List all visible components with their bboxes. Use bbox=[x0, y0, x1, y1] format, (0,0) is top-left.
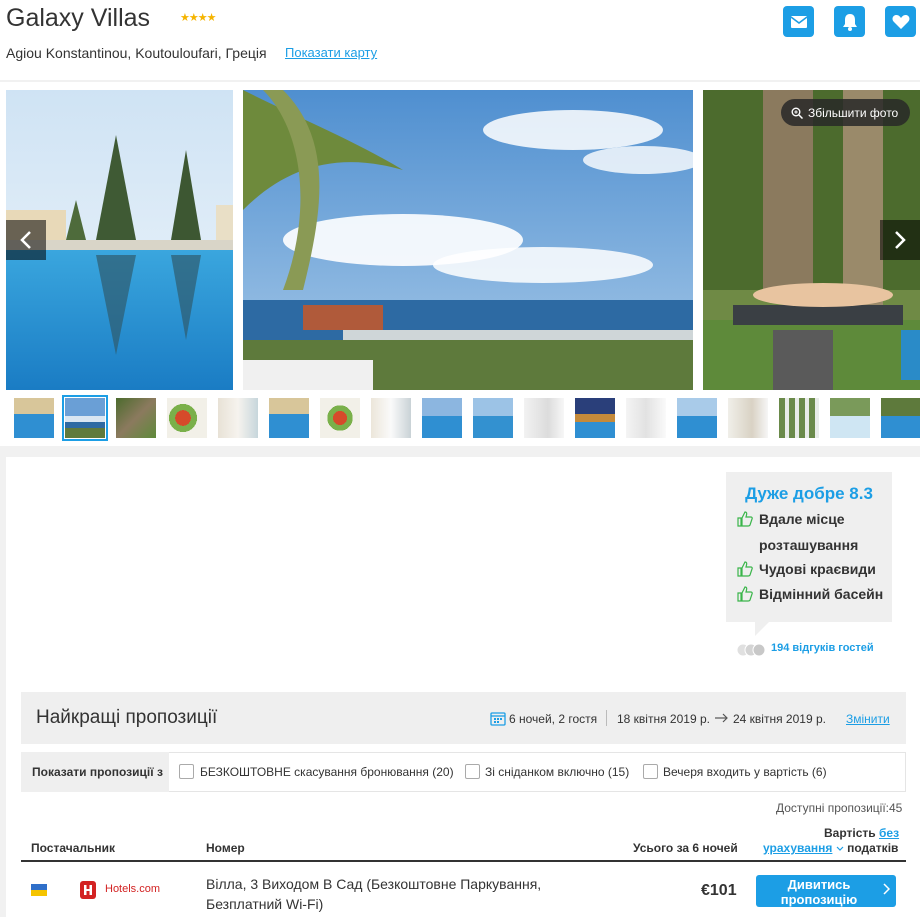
bell-icon bbox=[842, 13, 857, 31]
thumbnail[interactable] bbox=[167, 398, 207, 438]
thumbnail[interactable] bbox=[320, 398, 360, 438]
chevron-right-icon bbox=[883, 883, 890, 895]
users-icon bbox=[736, 643, 766, 657]
ukraine-flag-icon bbox=[31, 884, 47, 896]
hotel-name: Galaxy Villas bbox=[6, 4, 151, 32]
cost-suffix: податків bbox=[847, 841, 899, 855]
mail-icon bbox=[790, 15, 807, 28]
divider bbox=[606, 710, 607, 726]
hotel-header: Galaxy Villas ★★★★ Agiou Konstantinou, K… bbox=[0, 0, 920, 80]
zoom-icon bbox=[791, 107, 803, 119]
filter-free-cancellation-checkbox[interactable] bbox=[179, 764, 194, 779]
thumbs-up-icon bbox=[737, 586, 753, 602]
cost-prefix: Вартість bbox=[824, 826, 876, 840]
thumbnail[interactable] bbox=[626, 398, 666, 438]
gallery-photo-sea-view[interactable] bbox=[243, 90, 693, 390]
thumbnail[interactable] bbox=[677, 398, 717, 438]
rating-pro-text: Відмінний басейн bbox=[759, 586, 884, 602]
column-header-total: Усього за 6 ночей bbox=[633, 841, 738, 855]
thumbnail[interactable] bbox=[14, 398, 54, 438]
chevron-left-icon bbox=[20, 231, 31, 249]
heart-icon bbox=[892, 14, 909, 29]
column-header-cost-line2: урахування податків bbox=[763, 841, 898, 855]
checkout-date: 24 квітня 2019 р. bbox=[733, 712, 826, 726]
zoom-photo-button[interactable]: Збільшити фото bbox=[781, 99, 910, 126]
table-header-divider bbox=[21, 860, 906, 862]
view-offer-label: Дивитись пропозицію bbox=[780, 877, 858, 907]
offers-title: Найкращі пропозиції bbox=[36, 707, 218, 728]
offer-price: €101 bbox=[701, 882, 737, 899]
thumbnail[interactable] bbox=[422, 398, 462, 438]
rating-score: Дуже добре 8.3 bbox=[745, 484, 873, 503]
gallery-prev-button[interactable] bbox=[6, 220, 46, 260]
column-header-cost: Вартість без bbox=[824, 826, 899, 840]
filter-dinner-checkbox[interactable] bbox=[643, 764, 658, 779]
thumbnail[interactable] bbox=[371, 398, 411, 438]
rating-pro-text: Вдале місце bbox=[759, 511, 845, 527]
thumbs-up-icon bbox=[737, 561, 753, 577]
view-offer-button[interactable]: Дивитись пропозицію bbox=[756, 875, 896, 907]
checkin-date: 18 квітня 2019 р. bbox=[617, 712, 710, 726]
reviewer-avatars bbox=[736, 640, 770, 660]
thumbnail[interactable] bbox=[269, 398, 309, 438]
zoom-photo-label: Збільшити фото bbox=[808, 105, 899, 120]
column-header-provider: Постачальник bbox=[31, 841, 115, 855]
thumbnail[interactable] bbox=[218, 398, 258, 438]
thumbnail-selected[interactable] bbox=[62, 395, 108, 441]
thumbnail[interactable] bbox=[728, 398, 768, 438]
filter-breakfast-label[interactable]: Зі сніданком включно (15) bbox=[485, 765, 629, 779]
thumbnail[interactable] bbox=[575, 398, 615, 438]
tax-toggle-link-cont[interactable]: урахування bbox=[763, 841, 832, 855]
chevron-right-icon bbox=[895, 231, 906, 249]
available-offers-count: Доступні пропозиції:45 bbox=[776, 801, 903, 815]
thumbnail[interactable] bbox=[779, 398, 819, 438]
star-rating: ★★★★ bbox=[180, 12, 216, 24]
thumbnail[interactable] bbox=[116, 398, 156, 438]
rating-pro-text: Чудові краєвиди bbox=[759, 561, 876, 577]
arrow-right-icon bbox=[715, 713, 728, 723]
gallery-next-button[interactable] bbox=[880, 220, 920, 260]
hotel-address: Agiou Konstantinou, Koutouloufari, Греці… bbox=[6, 45, 267, 61]
mail-button[interactable] bbox=[783, 6, 814, 37]
filter-free-cancellation-label[interactable]: БЕЗКОШТОВНЕ скасування бронювання (20) bbox=[200, 765, 454, 779]
photo-gallery: Збільшити фото bbox=[0, 82, 920, 446]
thumbnail[interactable] bbox=[830, 398, 870, 438]
filter-label: Показати пропозиції з bbox=[32, 765, 163, 779]
rating-pro-text: розташування bbox=[759, 537, 859, 553]
room-name: Вілла, 3 Виходом В Сад (Безкоштовне Парк… bbox=[206, 876, 542, 912]
guest-reviews-link[interactable]: 194 відгуків гостей bbox=[771, 642, 874, 654]
show-map-link[interactable]: Показати карту bbox=[285, 45, 377, 60]
hotels-com-logo-icon bbox=[80, 881, 96, 899]
favorite-button[interactable] bbox=[885, 6, 916, 37]
chevron-down-icon bbox=[836, 846, 844, 851]
calendar-icon bbox=[490, 712, 506, 726]
rating-bubble-tail bbox=[755, 622, 769, 636]
provider-name: Hotels.com bbox=[105, 883, 161, 895]
stay-guests: 6 ночей, 2 гостя bbox=[509, 712, 598, 726]
filter-breakfast-checkbox[interactable] bbox=[465, 764, 480, 779]
thumbs-up-icon bbox=[737, 511, 753, 527]
thumbnail[interactable] bbox=[881, 398, 920, 438]
tax-toggle-link[interactable]: без bbox=[879, 826, 899, 840]
filter-dinner-label[interactable]: Вечеря входить у вартість (6) bbox=[663, 765, 827, 779]
thumbnail[interactable] bbox=[524, 398, 564, 438]
thumbnail[interactable] bbox=[473, 398, 513, 438]
column-header-room: Номер bbox=[206, 841, 245, 855]
change-dates-link[interactable]: Змінити bbox=[846, 712, 890, 726]
alert-button[interactable] bbox=[834, 6, 865, 37]
